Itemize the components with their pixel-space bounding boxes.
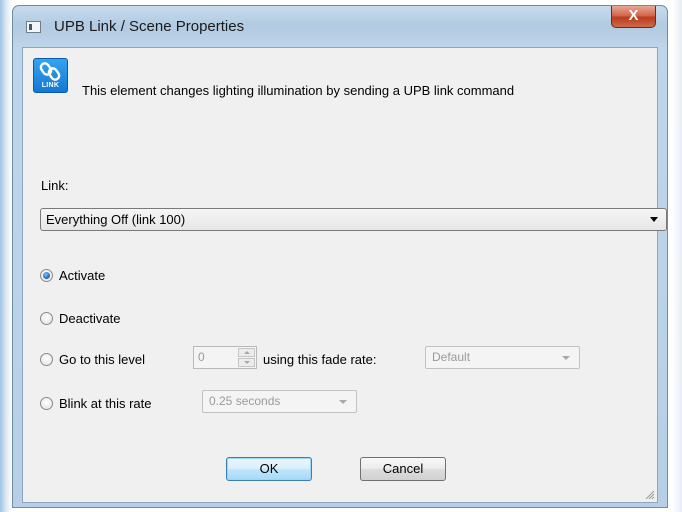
fade-rate-value: Default [432,350,471,364]
dialog-window: UPB Link / Scene Properties X LINK This … [12,5,668,508]
ok-button[interactable]: OK [226,457,312,481]
goto-level-radio[interactable] [40,353,53,366]
fade-rate-label: using this fade rate: [263,352,377,367]
resize-grip-icon[interactable] [645,490,655,500]
blink-radio[interactable] [40,397,53,410]
window-title: UPB Link / Scene Properties [54,18,245,35]
blink-rate-value: 0.25 seconds [209,394,281,408]
chevron-down-icon[interactable] [562,356,570,360]
blink-label[interactable]: Blink at this rate [59,396,152,411]
link-select-value: Everything Off (link 100) [46,212,186,227]
level-stepper-buttons [238,348,255,367]
fade-rate-select[interactable]: Default [425,346,580,369]
close-button[interactable]: X [611,6,656,28]
desktop-background-right [672,0,682,512]
stepper-down-icon[interactable] [238,358,255,367]
chevron-down-icon[interactable] [339,400,347,404]
activate-label[interactable]: Activate [59,268,105,283]
desktop-background-left [0,0,12,512]
goto-level-label[interactable]: Go to this level [59,352,145,367]
title-bar[interactable]: UPB Link / Scene Properties X [13,6,667,46]
blink-rate-select[interactable]: 0.25 seconds [202,390,357,413]
cancel-button[interactable]: Cancel [360,457,446,481]
chevron-down-icon[interactable] [650,217,658,222]
level-stepper[interactable]: 0 [193,346,257,369]
level-stepper-value: 0 [198,350,205,364]
activate-radio[interactable] [40,269,53,282]
chain-link-icon [39,62,61,81]
dialog-client-area: LINK This element changes lighting illum… [22,47,667,503]
link-select[interactable]: Everything Off (link 100) [40,208,667,231]
link-icon: LINK [33,58,68,93]
stepper-up-icon[interactable] [238,348,255,357]
link-label: Link: [41,178,69,193]
element-description: This element changes lighting illuminati… [82,83,515,98]
deactivate-label[interactable]: Deactivate [59,311,120,326]
link-icon-label: LINK [41,82,60,89]
deactivate-radio[interactable] [40,312,53,325]
window-icon[interactable] [26,21,41,33]
